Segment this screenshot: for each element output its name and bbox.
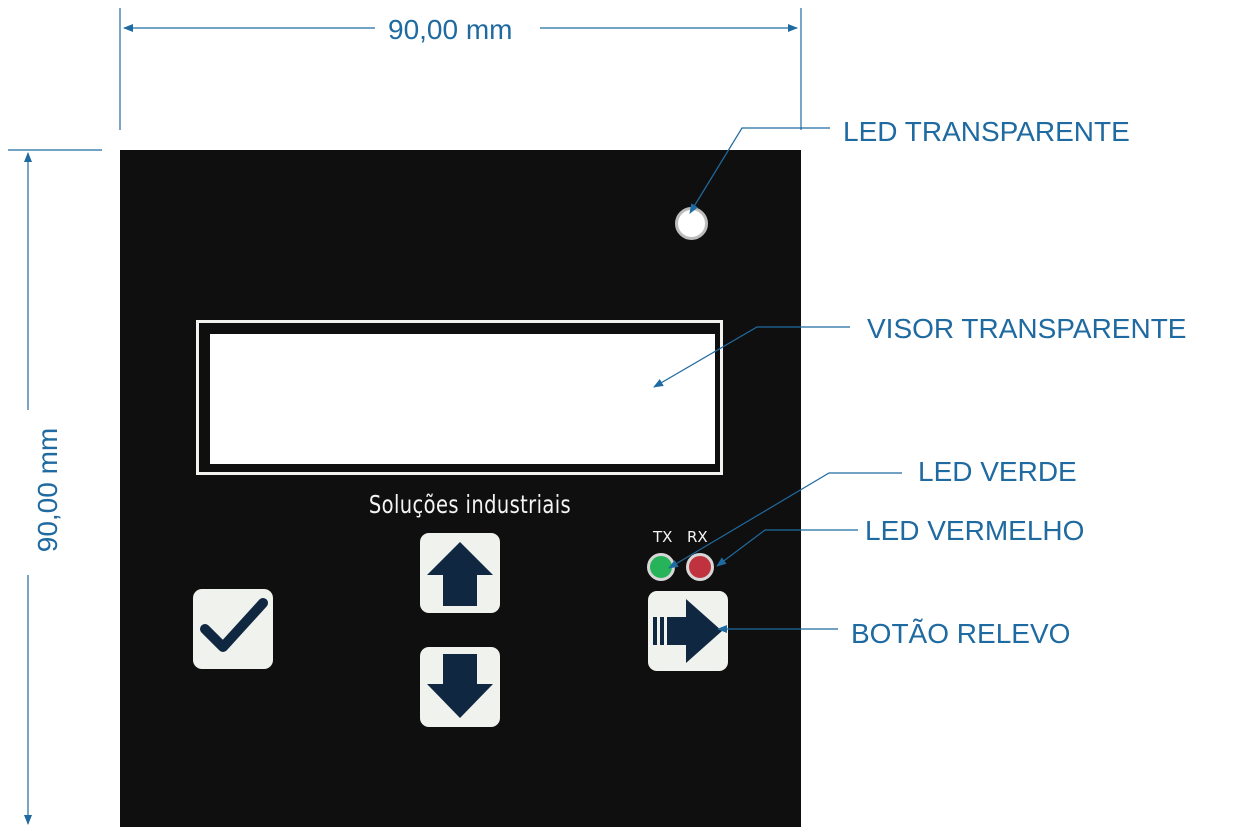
height-dimension: [8, 149, 102, 825]
leader-led-transparente: [689, 127, 830, 214]
width-dimension: [119, 8, 802, 130]
callout-led-vermelho: LED VERMELHO: [865, 515, 1085, 546]
callout-botao-relevo: BOTÃO RELEVO: [851, 618, 1071, 649]
leader-visor-transparente: [653, 326, 850, 388]
leader-led-vermelho: [716, 529, 858, 567]
callout-led-verde: LED VERDE: [918, 456, 1077, 487]
callout-visor-transparente: VISOR TRANSPARENTE: [867, 313, 1187, 344]
callout-led-transparente: LED TRANSPARENTE: [843, 116, 1130, 147]
